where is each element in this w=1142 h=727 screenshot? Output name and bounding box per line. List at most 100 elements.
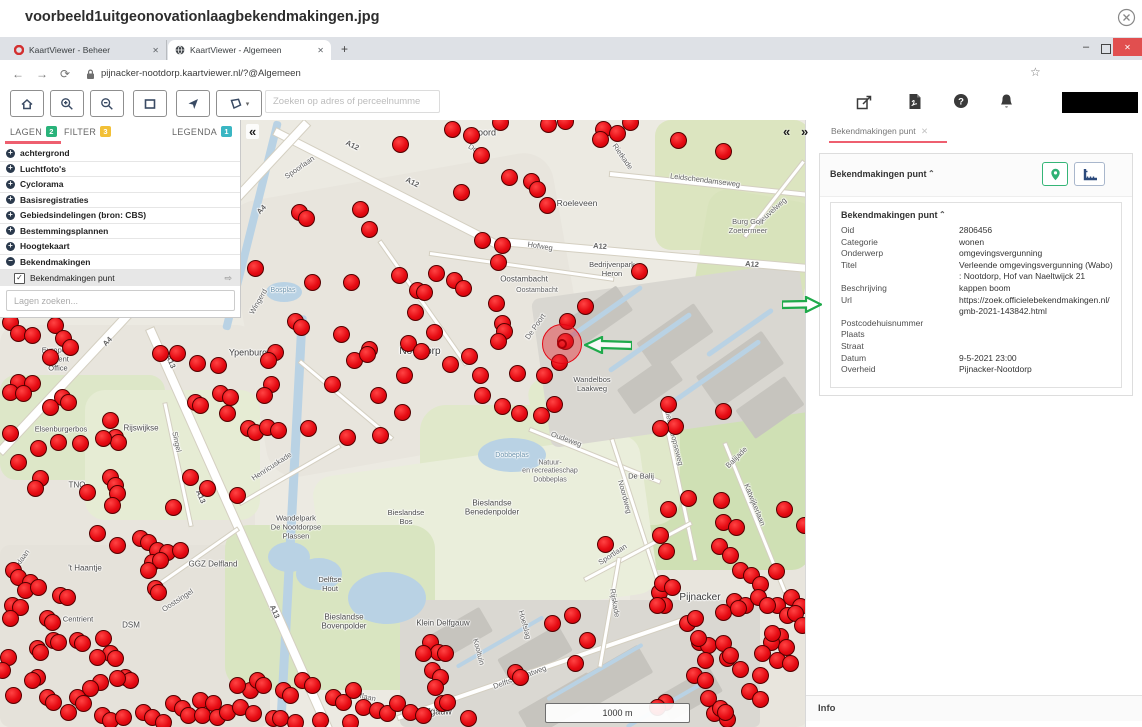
announcement-marker[interactable] — [511, 405, 528, 422]
announcement-marker[interactable] — [455, 280, 472, 297]
announcement-marker[interactable] — [494, 237, 511, 254]
announcement-marker[interactable] — [413, 343, 430, 360]
announcement-marker[interactable] — [416, 284, 433, 301]
announcement-marker[interactable] — [104, 497, 121, 514]
announcement-marker[interactable] — [473, 147, 490, 164]
layer-checkbox[interactable]: ✓ — [14, 273, 25, 284]
announcement-marker[interactable] — [165, 499, 182, 516]
announcement-marker[interactable] — [282, 687, 299, 704]
browser-tab-beheer[interactable]: KaartViewer - Beheer ✕ — [7, 40, 167, 60]
back-icon[interactable]: ← — [12, 67, 24, 81]
announcement-marker[interactable] — [324, 376, 341, 393]
announcement-marker[interactable] — [45, 694, 62, 711]
announcement-marker[interactable] — [95, 430, 112, 447]
announcement-marker[interactable] — [474, 232, 491, 249]
announcement-marker[interactable] — [5, 687, 22, 704]
announcement-marker[interactable] — [490, 254, 507, 271]
announcement-marker[interactable] — [44, 614, 61, 631]
zoom-out-button[interactable] — [90, 90, 124, 117]
announcement-marker[interactable] — [150, 584, 167, 601]
announcement-marker[interactable] — [472, 367, 489, 384]
announcement-marker[interactable] — [2, 610, 19, 627]
announcement-marker[interactable] — [474, 387, 491, 404]
announcement-marker[interactable] — [89, 649, 106, 666]
announcement-marker[interactable] — [172, 542, 189, 559]
announcement-marker[interactable] — [182, 469, 199, 486]
announcement-marker[interactable] — [426, 324, 443, 341]
sublayer-item-bekendmakingen-punt[interactable]: ✓Bekendmakingen punt⇨ — [0, 270, 240, 286]
announcement-marker[interactable] — [222, 389, 239, 406]
forward-icon[interactable]: → — [36, 67, 48, 81]
announcement-marker[interactable] — [460, 710, 477, 727]
announcement-marker[interactable] — [652, 527, 669, 544]
announcement-marker[interactable] — [670, 132, 687, 149]
zoom-to-feature-button[interactable] — [1042, 162, 1068, 186]
selected-marker[interactable] — [557, 339, 567, 349]
layer-item[interactable]: −Bekendmakingen — [0, 255, 240, 271]
announcement-marker[interactable] — [359, 346, 376, 363]
announcement-marker[interactable] — [690, 630, 707, 647]
announcement-marker[interactable] — [62, 339, 79, 356]
announcement-marker[interactable] — [697, 672, 714, 689]
announcement-marker[interactable] — [717, 704, 734, 721]
home-button[interactable] — [10, 90, 44, 117]
expand-layer-icon[interactable]: + — [6, 149, 15, 158]
announcement-marker[interactable] — [509, 365, 526, 382]
pdf-export-icon[interactable] — [908, 93, 922, 110]
announcement-marker[interactable] — [567, 655, 584, 672]
share-edit-icon[interactable] — [856, 94, 873, 111]
expand-layer-icon[interactable]: + — [6, 226, 15, 235]
announcement-marker[interactable] — [427, 679, 444, 696]
announcement-marker[interactable] — [687, 610, 704, 627]
announcement-marker[interactable] — [564, 607, 581, 624]
layer-item[interactable]: +achtergrond — [0, 146, 240, 162]
announcement-marker[interactable] — [287, 714, 304, 727]
announcement-marker[interactable] — [247, 260, 264, 277]
help-icon[interactable]: ? — [953, 93, 969, 109]
layer-item[interactable]: +Cyclorama — [0, 177, 240, 193]
announcement-marker[interactable] — [664, 579, 681, 596]
announcement-marker[interactable] — [439, 694, 456, 711]
url-text[interactable]: pijnacker-nootdorp.kaartviewer.nl/?@Alge… — [101, 68, 301, 79]
announcement-marker[interactable] — [109, 537, 126, 554]
announcement-marker[interactable] — [199, 480, 216, 497]
announcement-marker[interactable] — [722, 547, 739, 564]
announcement-marker[interactable] — [697, 652, 714, 669]
search-input[interactable] — [265, 90, 440, 113]
locate-button[interactable] — [176, 90, 210, 117]
announcement-marker[interactable] — [152, 345, 169, 362]
announcement-marker[interactable] — [546, 396, 563, 413]
announcement-marker[interactable] — [415, 707, 432, 724]
announcement-marker[interactable] — [30, 440, 47, 457]
announcement-marker[interactable] — [557, 120, 574, 130]
announcement-marker[interactable] — [759, 597, 776, 614]
announcement-marker[interactable] — [30, 579, 47, 596]
announcement-marker[interactable] — [229, 487, 246, 504]
announcement-marker[interactable] — [24, 672, 41, 689]
layer-item[interactable]: +Gebiedsindelingen (bron: CBS) — [0, 208, 240, 224]
announcement-marker[interactable] — [372, 427, 389, 444]
announcement-marker[interactable] — [10, 454, 27, 471]
announcement-marker[interactable] — [463, 127, 480, 144]
announcement-marker[interactable] — [649, 597, 666, 614]
announcement-marker[interactable] — [407, 304, 424, 321]
announcement-marker[interactable] — [488, 295, 505, 312]
announcement-marker[interactable] — [501, 169, 518, 186]
announcement-marker[interactable] — [260, 352, 277, 369]
announcement-marker[interactable] — [490, 333, 507, 350]
announcement-marker[interactable] — [579, 632, 596, 649]
announcement-marker[interactable] — [667, 418, 684, 435]
announcement-marker[interactable] — [256, 387, 273, 404]
announcement-marker[interactable] — [370, 387, 387, 404]
panel-prev-button[interactable]: « — [783, 124, 790, 139]
announcement-marker[interactable] — [245, 705, 262, 722]
announcement-marker[interactable] — [536, 367, 553, 384]
panel-next-button[interactable]: » — [801, 124, 808, 139]
announcement-marker[interactable] — [210, 357, 227, 374]
announcement-marker[interactable] — [592, 131, 609, 148]
announcement-marker[interactable] — [776, 501, 793, 518]
layer-item[interactable]: +Bestemmingsplannen — [0, 224, 240, 240]
announcement-marker[interactable] — [272, 710, 289, 727]
announcement-marker[interactable] — [752, 691, 769, 708]
announcement-marker[interactable] — [529, 181, 546, 198]
